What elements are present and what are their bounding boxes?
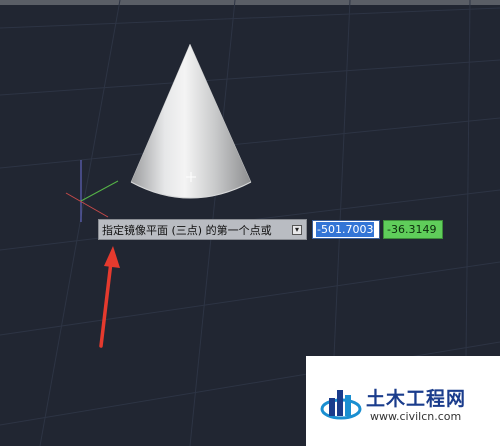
y-coordinate-input[interactable]: -36.3149 (383, 220, 443, 239)
annotation-arrow-icon (99, 246, 120, 348)
x-coordinate-value: -501.7003 (316, 222, 375, 237)
x-coordinate-input[interactable]: -501.7003 (312, 220, 380, 239)
ucs-axis-icon (65, 160, 119, 222)
civilcn-logo-icon (320, 390, 362, 420)
command-prompt-tooltip: 指定镜像平面 (三点) 的第一个点或 ▾ (98, 219, 307, 240)
y-coordinate-value: -36.3149 (387, 223, 437, 236)
site-watermark: 土木工程网 www.civilcn.com (306, 356, 500, 446)
command-prompt-text: 指定镜像平面 (三点) 的第一个点或 (102, 223, 272, 237)
dropdown-arrow-icon[interactable]: ▾ (292, 225, 302, 235)
watermark-url: www.civilcn.com (370, 410, 462, 423)
watermark-title: 土木工程网 (366, 388, 467, 410)
